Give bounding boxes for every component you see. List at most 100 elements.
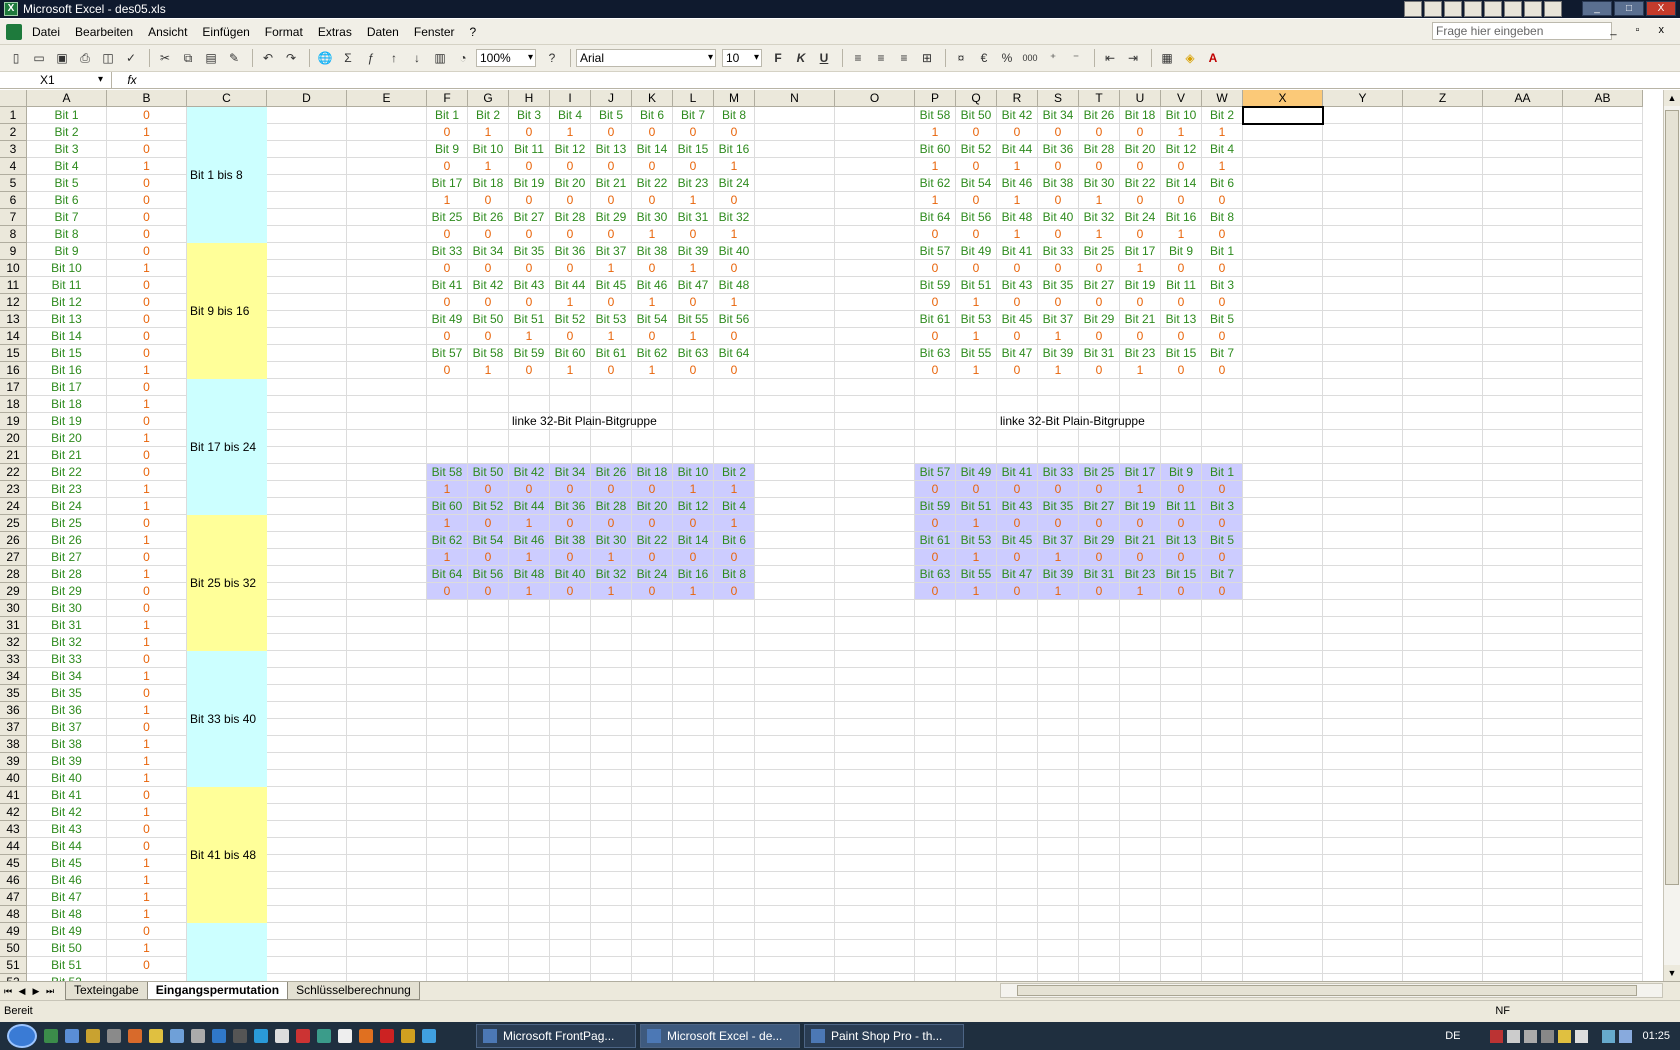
grid-cell[interactable]	[1403, 770, 1483, 787]
bit-value-cell[interactable]: 0	[107, 209, 187, 226]
grid-cell[interactable]	[714, 685, 755, 702]
workbook-icon[interactable]	[6, 23, 22, 40]
task-frontpage[interactable]: Microsoft FrontPag...	[476, 1024, 636, 1048]
grid-cell[interactable]	[1403, 804, 1483, 821]
bit-value-cell[interactable]: 0	[550, 549, 591, 566]
grid-cell[interactable]	[1483, 243, 1563, 260]
grid-cell[interactable]	[267, 736, 347, 753]
grid-cell[interactable]	[714, 838, 755, 855]
grid-cell[interactable]	[755, 702, 835, 719]
grid-cell[interactable]	[1483, 464, 1563, 481]
bit-label-cell[interactable]: Bit 37	[1038, 311, 1079, 328]
bit-value-cell[interactable]: 0	[107, 447, 187, 464]
bit-value-cell[interactable]: 0	[915, 583, 956, 600]
grid-cell[interactable]	[755, 736, 835, 753]
grid-cell[interactable]	[267, 226, 347, 243]
bit-value-cell[interactable]: 1	[107, 855, 187, 872]
grid-cell[interactable]	[591, 872, 632, 889]
bit-value-cell[interactable]: 0	[107, 464, 187, 481]
bit-label-cell[interactable]: Bit 34	[1038, 107, 1079, 124]
grid-cell[interactable]	[427, 634, 468, 651]
grid-cell[interactable]	[509, 753, 550, 770]
grid-cell[interactable]	[347, 702, 427, 719]
grid-cell[interactable]	[1079, 379, 1120, 396]
grid-cell[interactable]	[1563, 872, 1643, 889]
grid-cell[interactable]	[427, 906, 468, 923]
grid-cell[interactable]	[267, 566, 347, 583]
bit-value-cell[interactable]: 0	[427, 158, 468, 175]
grid-cell[interactable]	[997, 447, 1038, 464]
grid-cell[interactable]	[1120, 702, 1161, 719]
grid-cell[interactable]	[427, 617, 468, 634]
grid-cell[interactable]	[267, 532, 347, 549]
bit-label-cell[interactable]: Bit 40	[714, 243, 755, 260]
bit-value-cell[interactable]: 1	[956, 362, 997, 379]
grid-cell[interactable]	[997, 855, 1038, 872]
grid-cell[interactable]	[1563, 940, 1643, 957]
group-band[interactable]: Bit 17 bis 24	[187, 379, 267, 515]
grid-cell[interactable]	[1563, 532, 1643, 549]
grid-cell[interactable]	[1243, 685, 1323, 702]
grid-cell[interactable]	[468, 974, 509, 981]
grid-cell[interactable]	[956, 600, 997, 617]
grid-cell[interactable]	[755, 464, 835, 481]
bit-label-cell[interactable]: Bit 44	[997, 141, 1038, 158]
grid-cell[interactable]	[956, 447, 997, 464]
grid-cell[interactable]	[1483, 566, 1563, 583]
bit-value-cell[interactable]: 0	[632, 260, 673, 277]
grid-cell[interactable]	[267, 821, 347, 838]
grid-cell[interactable]	[755, 719, 835, 736]
save-icon[interactable]: ▣	[52, 49, 72, 67]
grid-cell[interactable]	[1483, 345, 1563, 362]
grid-cell[interactable]	[1038, 906, 1079, 923]
grid-cell[interactable]	[915, 719, 956, 736]
grid-cell[interactable]	[632, 804, 673, 821]
grid-cell[interactable]	[1403, 430, 1483, 447]
grid-cell[interactable]	[1563, 651, 1643, 668]
grid-cell[interactable]	[468, 719, 509, 736]
bit-value-cell[interactable]: 0	[468, 481, 509, 498]
grid-cell[interactable]	[673, 838, 714, 855]
bit-value-cell[interactable]: 1	[591, 260, 632, 277]
grid-cell[interactable]	[835, 192, 915, 209]
grid-cell[interactable]	[267, 243, 347, 260]
grid-cell[interactable]	[550, 923, 591, 940]
grid-cell[interactable]	[1323, 702, 1403, 719]
bit-value-cell[interactable]: 0	[997, 549, 1038, 566]
bit-label-cell[interactable]: Bit 53	[956, 311, 997, 328]
grid-cell[interactable]	[632, 379, 673, 396]
increase-decimal-icon[interactable]: ⁺	[1043, 49, 1063, 67]
quicklaunch-icon[interactable]	[338, 1029, 352, 1043]
row-header[interactable]: 1	[0, 107, 27, 124]
bit-label-cell[interactable]: Bit 31	[27, 617, 107, 634]
grid-cell[interactable]	[1120, 634, 1161, 651]
grid-cell[interactable]	[347, 175, 427, 192]
grid-cell[interactable]	[1161, 396, 1202, 413]
grid-cell[interactable]	[509, 685, 550, 702]
vertical-scroll-thumb[interactable]	[1665, 110, 1679, 885]
grid-cell[interactable]	[1323, 396, 1403, 413]
grid-cell[interactable]	[1323, 634, 1403, 651]
grid-cell[interactable]	[632, 923, 673, 940]
bit-label-cell[interactable]: Bit 17	[1120, 464, 1161, 481]
bit-label-cell[interactable]: Bit 63	[915, 345, 956, 362]
grid-cell[interactable]	[755, 345, 835, 362]
grid-cell[interactable]	[1120, 770, 1161, 787]
grid-cell[interactable]	[915, 821, 956, 838]
bit-label-cell[interactable]: Bit 24	[714, 175, 755, 192]
row-header[interactable]: 50	[0, 940, 27, 957]
bit-value-cell[interactable]: 0	[632, 481, 673, 498]
grid-cell[interactable]	[468, 651, 509, 668]
bit-value-cell[interactable]: 0	[427, 124, 468, 141]
grid-cell[interactable]	[997, 957, 1038, 974]
last-sheet-icon[interactable]: ⏭	[44, 986, 56, 997]
bit-value-cell[interactable]: 1	[591, 583, 632, 600]
grid-cell[interactable]	[997, 736, 1038, 753]
bit-label-cell[interactable]: Bit 54	[632, 311, 673, 328]
grid-cell[interactable]	[1403, 294, 1483, 311]
bit-label-cell[interactable]: Bit 37	[591, 243, 632, 260]
grid-cell[interactable]	[550, 651, 591, 668]
bit-value-cell[interactable]: 0	[1079, 515, 1120, 532]
grid-cell[interactable]	[1563, 430, 1643, 447]
grid-cell[interactable]	[714, 668, 755, 685]
